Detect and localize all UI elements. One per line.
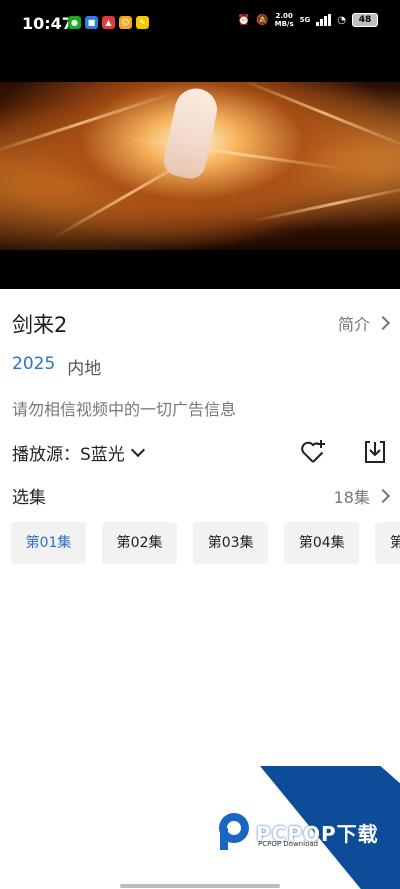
episode-chip[interactable]: 第03集 <box>193 522 269 564</box>
region-label: 内地 <box>67 359 102 379</box>
source-row: 播放源：S蓝光 <box>12 438 388 466</box>
pcpop-logo-icon <box>219 813 249 850</box>
episode-chip[interactable]: 第05集 <box>375 522 400 564</box>
episodes-header: 选集 18集 <box>12 483 391 508</box>
episodes-label: 选集 <box>12 488 46 508</box>
episodes-count: 18集 <box>333 488 370 507</box>
watermark: PCPOP下载 PCPOP Download <box>212 766 400 889</box>
red-app-icon: ▲ <box>102 16 115 29</box>
mute-icon: 🔕 <box>256 14 269 26</box>
chevron-down-icon <box>130 442 145 458</box>
signal-icon <box>316 14 332 26</box>
episode-list[interactable]: 第01集 第02集 第03集 第04集 第05集 <box>11 522 400 564</box>
episode-chip[interactable]: 第01集 <box>11 522 86 564</box>
video-frame[interactable] <box>0 82 400 250</box>
episode-chip[interactable]: 第02集 <box>102 522 178 564</box>
wifi-icon: ◔ <box>337 14 346 26</box>
home-indicator[interactable] <box>120 884 280 888</box>
yellow-app-icon: ☺ <box>119 16 132 29</box>
source-selector[interactable]: 播放源：S蓝光 <box>12 440 145 465</box>
year-link[interactable]: 2025 <box>12 354 55 379</box>
alarm-icon: ⏰ <box>237 14 251 26</box>
net-speed: 2.00 MB/s <box>274 12 294 28</box>
meta-row: 2025 内地 <box>12 354 101 379</box>
ad-notice: 请勿相信视频中的一切广告信息 <box>12 400 237 419</box>
intro-label: 简介 <box>337 315 370 334</box>
message-icon: ■ <box>85 16 98 29</box>
chevron-right-icon <box>375 315 391 331</box>
battery-icon: 48 <box>352 13 378 27</box>
watermark-sub: PCPOP Download <box>258 840 319 848</box>
status-bar: 10:47 ● ■ ▲ ☺ ✎ ⏰ 🔕 2.00 MB/s 5G ◔ 48 <box>0 0 400 48</box>
episode-chip[interactable]: 第04集 <box>284 522 360 564</box>
page-title: 剑来2 <box>12 313 68 337</box>
title-row: 剑来2 简介 <box>12 307 391 337</box>
wechat-icon: ● <box>68 16 81 29</box>
note-app-icon: ✎ <box>136 16 149 29</box>
notification-icons: ● ■ ▲ ☺ ✎ <box>68 16 149 29</box>
status-time: 10:47 <box>22 14 73 33</box>
status-indicators: ⏰ 🔕 2.00 MB/s 5G ◔ 48 <box>238 12 378 28</box>
download-icon[interactable] <box>361 438 389 466</box>
hand-figure <box>161 84 221 182</box>
intro-button[interactable]: 简介 <box>337 311 391 335</box>
chevron-right-icon <box>375 488 391 504</box>
favorite-add-icon[interactable] <box>299 438 327 466</box>
video-player[interactable] <box>0 48 400 289</box>
network-type: 5G <box>299 16 311 24</box>
episodes-count-button[interactable]: 18集 <box>333 484 391 508</box>
source-label: 播放源：S蓝光 <box>12 445 125 465</box>
